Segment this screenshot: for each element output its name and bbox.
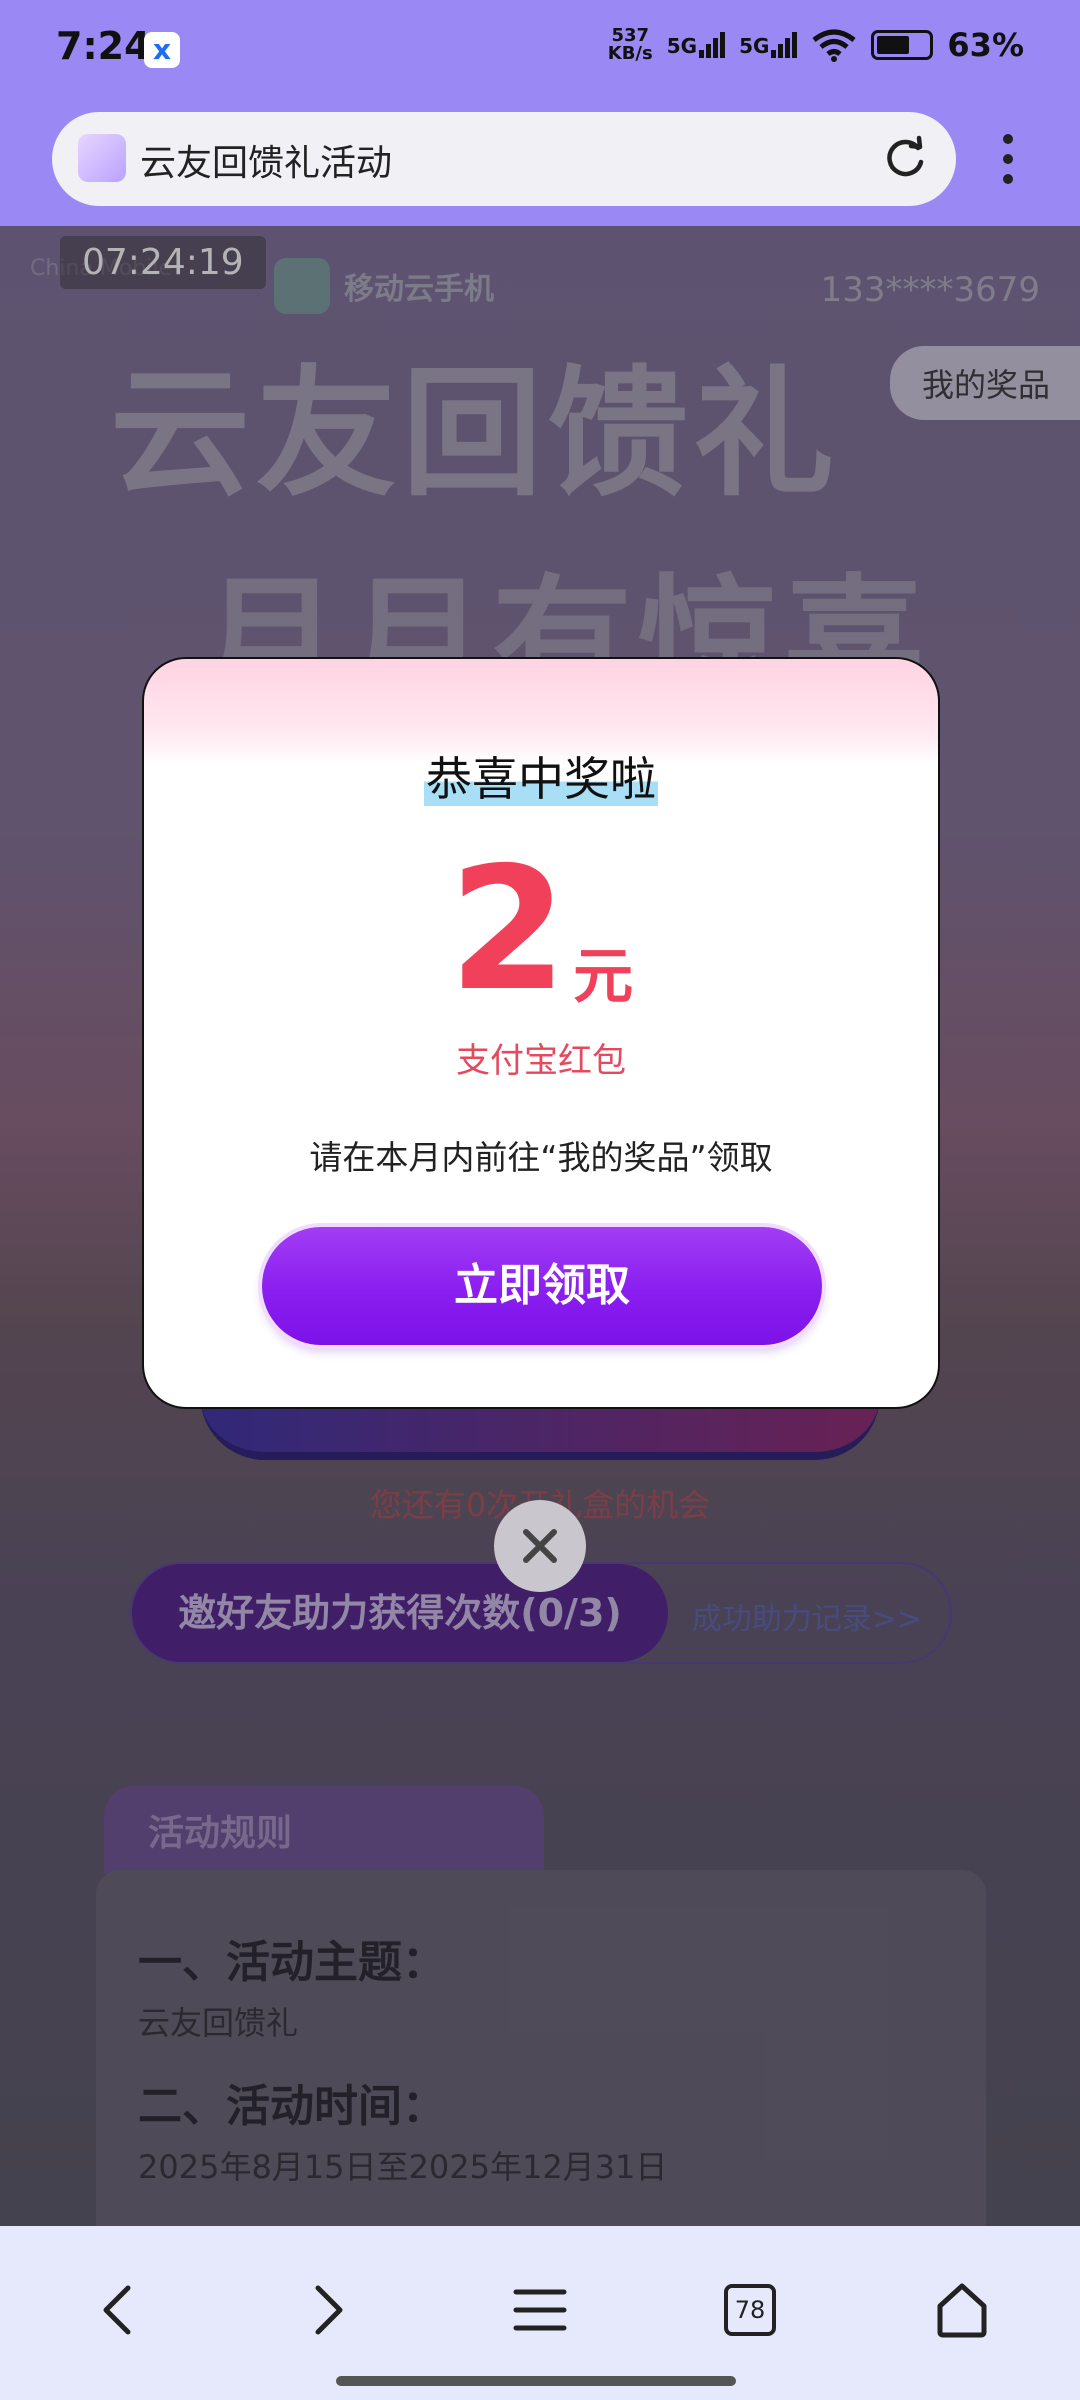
modal-title: 恭喜中奖啦 xyxy=(144,743,938,809)
page-title: 云友回馈礼活动 xyxy=(140,143,393,184)
claim-now-button[interactable]: 立即领取 xyxy=(262,1227,822,1345)
prize-modal: 恭喜中奖啦 2元 支付宝红包 请在本月内前往“我的奖品”领取 立即领取 xyxy=(142,657,940,1409)
site-favicon-icon xyxy=(78,134,126,182)
battery-icon xyxy=(871,30,934,60)
signal-1-icon: 5G xyxy=(666,32,726,58)
status-indicators: 537 KB/s 5G 5G 63% xyxy=(608,26,1024,64)
gesture-home-bar[interactable] xyxy=(336,2376,736,2386)
status-bar: 7:24 x 537 KB/s 5G 5G 63% xyxy=(0,0,1080,100)
address-bar[interactable]: 云友回馈礼活动 xyxy=(52,112,956,206)
prize-amount-value: 2 xyxy=(448,831,568,1029)
home-button[interactable] xyxy=(922,2270,1002,2350)
browser-toolbar: 云友回馈礼活动 xyxy=(0,100,1080,226)
signal-1-label: 5G xyxy=(666,34,698,58)
prize-amount: 2元 xyxy=(144,845,938,1015)
status-time: 7:24 xyxy=(56,24,151,68)
back-button[interactable] xyxy=(78,2270,158,2350)
battery-percent: 63% xyxy=(947,26,1024,64)
x-app-icon: x xyxy=(144,32,180,68)
signal-2-icon: 5G xyxy=(739,32,798,58)
chevron-right-icon xyxy=(315,2285,343,2335)
tabs-button[interactable]: 78 xyxy=(710,2270,790,2350)
close-icon xyxy=(523,1529,557,1563)
prize-name: 支付宝红包 xyxy=(456,1041,626,1081)
menu-button[interactable] xyxy=(500,2270,580,2350)
network-speed: 537 KB/s xyxy=(608,27,653,63)
modal-title-text: 恭喜中奖啦 xyxy=(424,752,658,806)
claim-hint: 请在本月内前往“我的奖品”领取 xyxy=(309,1138,773,1177)
forward-button[interactable] xyxy=(288,2270,368,2350)
network-speed-unit: KB/s xyxy=(607,43,653,64)
browser-menu-icon[interactable] xyxy=(990,128,1026,188)
prize-amount-unit: 元 xyxy=(573,942,634,1012)
reload-icon[interactable] xyxy=(878,132,932,186)
hamburger-menu-icon xyxy=(513,2289,567,2331)
chevron-left-icon xyxy=(103,2285,131,2335)
home-icon xyxy=(937,2283,987,2338)
tabs-count-icon: 78 xyxy=(724,2284,776,2336)
close-modal-button[interactable] xyxy=(494,1500,586,1592)
wifi-icon xyxy=(812,29,856,62)
signal-2-label: 5G xyxy=(739,34,770,58)
browser-bottom-nav: 78 xyxy=(0,2226,1080,2400)
